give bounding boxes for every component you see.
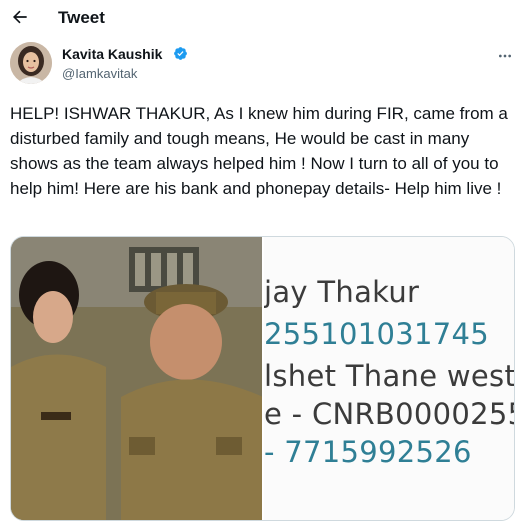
media-photo-left[interactable] [11,237,262,520]
tweet-media: jay Thakur 255101031745 lshet Thane west… [10,236,515,521]
bank-detail-line: e - CNRB0000255 [264,397,514,431]
more-horizontal-icon [499,54,511,58]
police-officers-photo [11,237,262,520]
avatar-image [10,42,52,84]
bank-detail-line: - 7715992526 [264,435,472,469]
bank-detail-line: lshet Thane west [264,359,514,393]
tweet-author: Kavita Kaushik @Iamkavitak [10,42,517,86]
verified-badge-icon [174,47,187,60]
tweet-header: Tweet [0,0,527,36]
tweet-text: HELP! ISHWAR THAKUR, As I knew him durin… [10,104,508,198]
more-options-button[interactable] [495,46,515,66]
back-button[interactable] [8,5,32,29]
page-title: Tweet [58,8,105,27]
bank-detail-line: jay Thakur [264,275,420,309]
media-photo-right[interactable]: jay Thakur 255101031745 lshet Thane west… [262,237,514,520]
arrow-left-icon [12,10,27,24]
avatar[interactable] [10,42,52,84]
author-handle[interactable]: @Iamkavitak [62,66,137,81]
author-name[interactable]: Kavita Kaushik [62,46,162,62]
bank-detail-line: 255101031745 [264,317,490,351]
